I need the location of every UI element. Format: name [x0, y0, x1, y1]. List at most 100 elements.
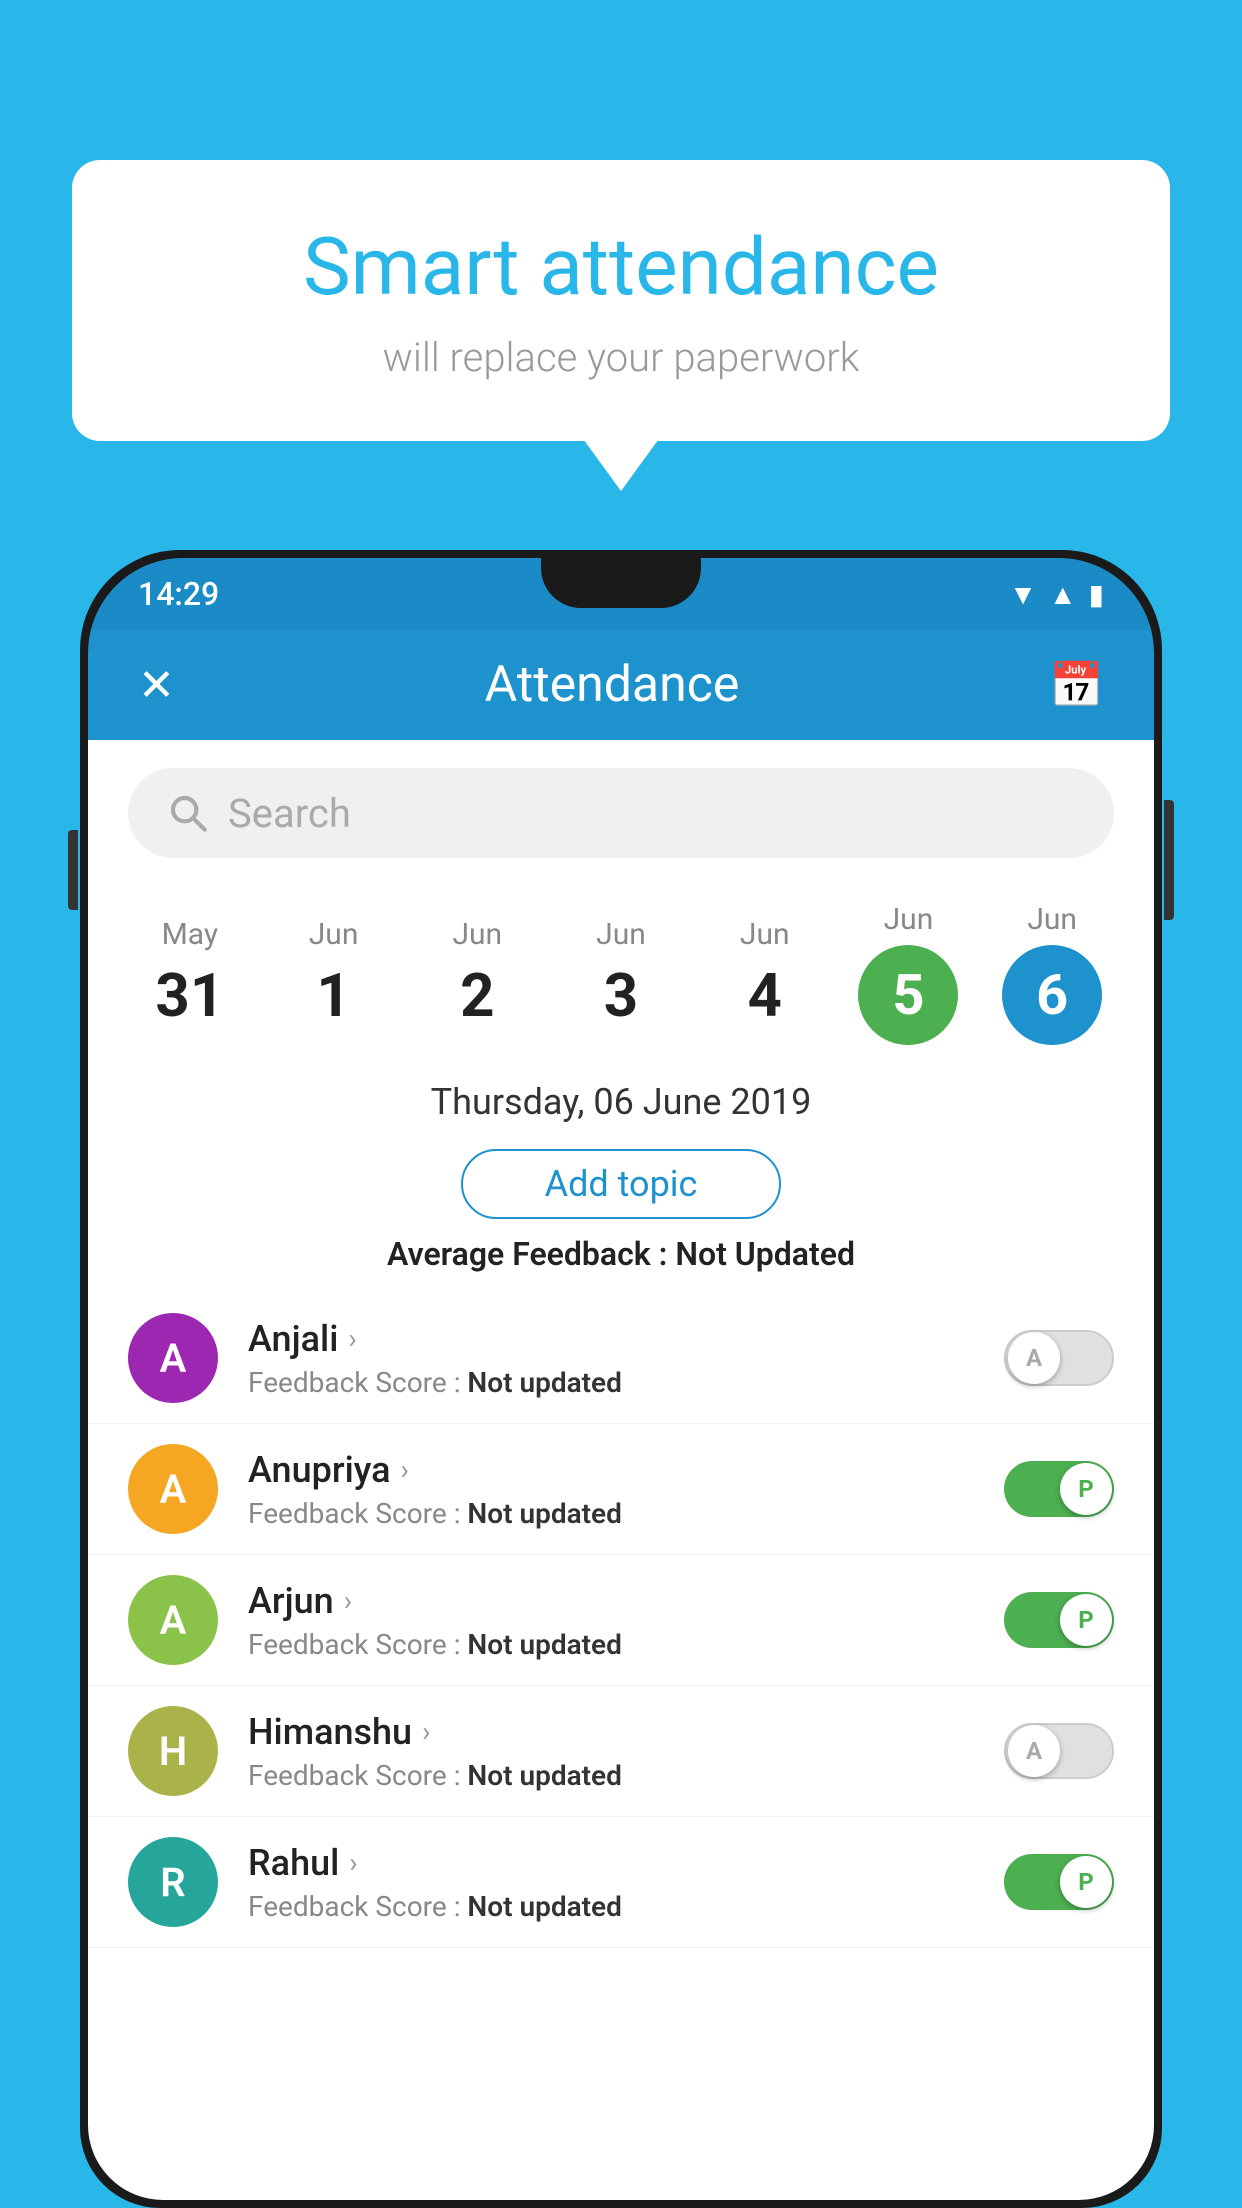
avatar-3: H [128, 1706, 218, 1796]
student-name-row-3: Himanshu › [248, 1711, 1004, 1753]
date-item-4[interactable]: Jun 4 [693, 901, 837, 1047]
phone-frame: 14:29 ▼ ▲ ▮ ✕ Attendance 📅 Search [80, 550, 1162, 2208]
avg-feedback: Average Feedback : Not Updated [88, 1235, 1154, 1273]
chevron-icon-0: › [348, 1322, 356, 1355]
student-name-0: Anjali [248, 1318, 338, 1360]
feedback-score-3: Feedback Score : Not updated [248, 1759, 1004, 1792]
avg-feedback-value: Not Updated [675, 1235, 855, 1273]
student-name-4: Rahul [248, 1842, 339, 1884]
feedback-score-2: Feedback Score : Not updated [248, 1628, 1004, 1661]
attendance-toggle-3[interactable]: A [1004, 1723, 1114, 1779]
signal-icon: ▲ [1049, 578, 1077, 611]
volume-button-left [68, 830, 78, 910]
toggle-knob-1: P [1060, 1463, 1112, 1515]
date-month-5: Jun [884, 902, 934, 937]
toggle-container-4[interactable]: P [1004, 1854, 1114, 1910]
speech-bubble-arrow [581, 436, 661, 491]
search-icon [168, 793, 208, 833]
attendance-toggle-2[interactable]: P [1004, 1592, 1114, 1648]
attendance-toggle-0[interactable]: A [1004, 1330, 1114, 1386]
speech-bubble-container: Smart attendance will replace your paper… [72, 160, 1170, 441]
date-item-3[interactable]: Jun 3 [549, 901, 693, 1047]
power-button-right [1164, 800, 1174, 920]
content-area: Search May31 Jun 1 Jun 2 Jun 3 Jun 4 Jun 5 Jun 6 Thu… [88, 740, 1154, 2200]
date-circle-6: 6 [1002, 945, 1102, 1045]
date-day-4: 4 [748, 960, 782, 1031]
wifi-icon: ▼ [1009, 578, 1037, 611]
student-name-row-4: Rahul › [248, 1842, 1004, 1884]
student-item-0[interactable]: AAnjali›Feedback Score : Not updatedA [88, 1293, 1154, 1424]
student-list: AAnjali›Feedback Score : Not updatedAAAn… [88, 1293, 1154, 1948]
student-item-4[interactable]: R Rahul › Feedback Score : Not updatedP [88, 1817, 1154, 1948]
close-button[interactable]: ✕ [138, 659, 175, 711]
toggle-container-2[interactable]: P [1004, 1592, 1114, 1648]
speech-bubble-subtitle: will replace your paperwork [152, 334, 1090, 381]
date-item-2[interactable]: Jun 2 [405, 901, 549, 1047]
chevron-icon-3: › [422, 1715, 430, 1748]
date-month-0: May [162, 917, 218, 952]
date-month-2: Jun [452, 917, 502, 952]
toggle-container-0[interactable]: A [1004, 1330, 1114, 1386]
student-name-2: Arjun [248, 1580, 334, 1622]
chevron-icon-2: › [344, 1584, 352, 1617]
student-name-1: Anupriya [248, 1449, 391, 1491]
avatar-4: R [128, 1837, 218, 1927]
student-info-2: Arjun › Feedback Score : Not updated [248, 1580, 1004, 1661]
student-item-1[interactable]: A Anupriya › Feedback Score : Not updated P [88, 1424, 1154, 1555]
speech-bubble: Smart attendance will replace your paper… [72, 160, 1170, 441]
attendance-toggle-1[interactable]: P [1004, 1461, 1114, 1517]
chevron-icon-4: › [349, 1846, 357, 1879]
feedback-score-4: Feedback Score : Not updated [248, 1890, 1004, 1923]
add-topic-label: Add topic [545, 1163, 698, 1205]
date-item-5[interactable]: Jun 5 [837, 886, 981, 1061]
student-item-2[interactable]: A Arjun › Feedback Score : Not updated P [88, 1555, 1154, 1686]
date-month-6: Jun [1027, 902, 1077, 937]
feedback-score-0: Feedback Score : Not updated [248, 1366, 1004, 1399]
student-name-row-1: Anupriya › [248, 1449, 1004, 1491]
date-item-6[interactable]: Jun 6 [980, 886, 1124, 1061]
toggle-container-3[interactable]: A [1004, 1723, 1114, 1779]
student-name-row-0: Anjali › [248, 1318, 1004, 1360]
student-info-0: Anjali › Feedback Score : Not updated [248, 1318, 1004, 1399]
app-bar: ✕ Attendance 📅 [88, 630, 1154, 740]
date-day-3: 3 [604, 960, 638, 1031]
search-input-placeholder: Search [228, 790, 351, 837]
avatar-0: A [128, 1313, 218, 1403]
student-name-row-2: Arjun › [248, 1580, 1004, 1622]
app-bar-title: Attendance [485, 656, 740, 714]
attendance-toggle-4[interactable]: P [1004, 1854, 1114, 1910]
date-item-1[interactable]: Jun 1 [262, 901, 406, 1047]
student-info-3: Himanshu › Feedback Score : Not updated [248, 1711, 1004, 1792]
date-day-6: 6 [1036, 962, 1068, 1028]
toggle-knob-3: A [1008, 1725, 1060, 1777]
date-month-1: Jun [309, 917, 359, 952]
toggle-knob-0: A [1008, 1332, 1060, 1384]
toggle-knob-2: P [1060, 1594, 1112, 1646]
date-month-4: Jun [740, 917, 790, 952]
status-time: 14:29 [138, 575, 219, 613]
status-bar: 14:29 ▼ ▲ ▮ [88, 558, 1154, 630]
student-info-4: Rahul › Feedback Score : Not updated [248, 1842, 1004, 1923]
toggle-container-1[interactable]: P [1004, 1461, 1114, 1517]
feedback-score-1: Feedback Score : Not updated [248, 1497, 1004, 1530]
date-day-1: 1 [316, 960, 350, 1031]
selected-date: Thursday, 06 June 2019 [88, 1061, 1154, 1133]
student-info-1: Anupriya › Feedback Score : Not updated [248, 1449, 1004, 1530]
avg-feedback-label: Average Feedback : [387, 1235, 675, 1273]
battery-icon: ▮ [1089, 578, 1104, 611]
avatar-1: A [128, 1444, 218, 1534]
date-month-3: Jun [596, 917, 646, 952]
date-item-0[interactable]: May31 [118, 901, 262, 1047]
avatar-2: A [128, 1575, 218, 1665]
notch [541, 558, 701, 608]
search-bar[interactable]: Search [128, 768, 1114, 858]
student-name-3: Himanshu [248, 1711, 412, 1753]
calendar-button[interactable]: 📅 [1049, 659, 1104, 711]
date-scroller[interactable]: May31 Jun 1 Jun 2 Jun 3 Jun 4 Jun 5 Jun 6 [88, 886, 1154, 1061]
chevron-icon-1: › [401, 1453, 409, 1486]
date-day-5: 5 [892, 962, 924, 1028]
date-circle-5: 5 [858, 945, 958, 1045]
add-topic-button[interactable]: Add topic [461, 1149, 781, 1219]
student-item-3[interactable]: H Himanshu › Feedback Score : Not updatedA [88, 1686, 1154, 1817]
date-day-2: 2 [460, 960, 494, 1031]
